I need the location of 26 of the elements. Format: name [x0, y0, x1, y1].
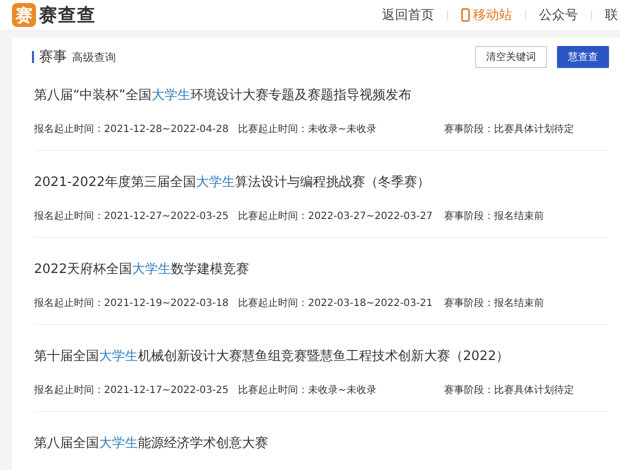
signup-period: 报名起止时间：2021-12-17~2022-03-25: [34, 384, 230, 397]
search-button[interactable]: 慧查查: [557, 46, 609, 68]
nav-link[interactable]: 返回首页: [382, 6, 434, 24]
event-title-link[interactable]: 2021-2022年度第三届全国大学生算法设计与编程挑战赛（冬季赛）: [34, 163, 608, 191]
clear-keywords-button[interactable]: 清空关键词: [475, 46, 547, 68]
nav-link[interactable]: 公众号: [539, 6, 578, 24]
event-stage: 赛事阶段：报名结束前: [444, 210, 544, 223]
contest-period: 比赛起止时间：未收录~未收录: [238, 384, 378, 397]
event-title-link[interactable]: 第八届全国大学生能源经济学术创意大赛: [34, 424, 608, 452]
event-title-link[interactable]: 第八届“中装杯”全国大学生环境设计大赛专题及赛题指导视频发布: [34, 76, 608, 104]
advanced-search-link[interactable]: 高级查询: [72, 50, 116, 64]
event-title-link[interactable]: 2022天府杯全国大学生数学建模竞赛: [34, 250, 608, 278]
event-stage: 赛事阶段：报名结束前: [444, 296, 544, 310]
event-stage: 赛事阶段：比赛具体计划待定: [444, 122, 574, 136]
section-title: 赛事: [39, 48, 67, 66]
site-name[interactable]: 赛查查: [39, 3, 96, 27]
signup-period: 报名起止时间：2021-12-27~2022-03-25: [34, 210, 230, 223]
contest-period: 比赛起止时间：2022-03-27~2022-03-27: [238, 210, 434, 223]
contest-period: 比赛起止时间：未收录~未收录: [238, 122, 378, 136]
event-stage: 赛事阶段：比赛具体计划待定: [444, 384, 574, 397]
phone-icon: [461, 8, 470, 22]
nav-link[interactable]: 联: [605, 6, 618, 24]
event-title-link[interactable]: 第十届全国大学生机械创新设计大赛慧鱼组竞赛暨慧鱼工程技术创新大赛（2022）: [34, 337, 608, 365]
signup-period: 报名起止时间：2021-12-19~2022-03-18: [34, 296, 230, 310]
contest-period: 比赛起止时间：2022-03-18~2022-03-21: [238, 296, 434, 310]
signup-period: 报名起止时间：2021-12-28~2022-04-28: [34, 122, 230, 136]
